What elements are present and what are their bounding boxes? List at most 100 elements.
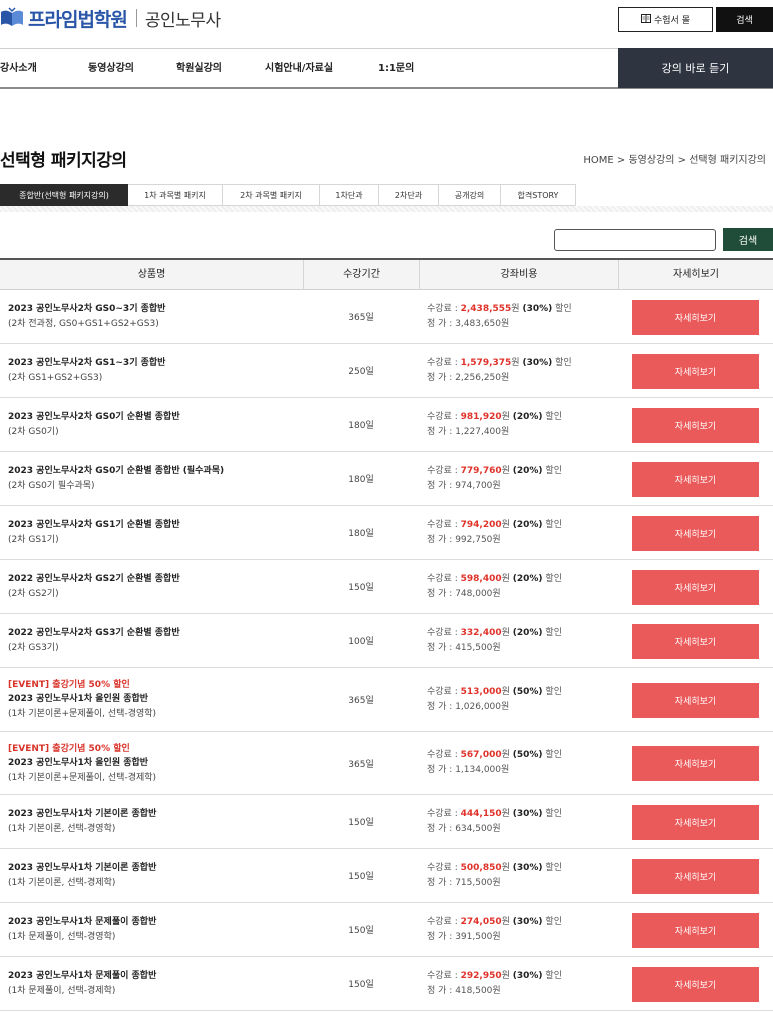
table-row: [EVENT] 출강기념 50% 할인 2023 공인노무사1차 올인원 종합반… — [0, 732, 773, 795]
product-name[interactable]: 2023 공인노무사1차 문제풀이 종합반 — [8, 915, 300, 930]
won-unit: 원 — [501, 686, 510, 697]
product-name[interactable]: 2023 공인노무사2차 GS0~3기 종합반 — [8, 302, 300, 317]
product-description: (1차 기본이론+문제풀이, 선택-경제학) — [8, 772, 157, 783]
header-search-button[interactable]: 검색 — [716, 7, 773, 32]
detail-button[interactable]: 자세히보기 — [632, 967, 759, 1002]
discount-word: 할인 — [545, 970, 562, 981]
detail-button[interactable]: 자세히보기 — [632, 462, 759, 497]
table-row: 2023 공인노무사1차 문제풀이 종합반 (1차 문제풀이, 선택-경제학) … — [0, 957, 773, 1011]
list-price: 992,750원 — [455, 534, 501, 545]
detail-button[interactable]: 자세히보기 — [632, 570, 759, 605]
list-price: 634,500원 — [455, 823, 501, 834]
tab-divider — [0, 206, 773, 212]
product-cell: 2022 공인노무사2차 GS2기 순환별 종합반 (2차 GS2기) — [8, 560, 300, 613]
list-price-line: 정 가 : 2,256,250원 — [427, 371, 617, 386]
sale-price-line: 수강료 : 444,150원 (30%) 할인 — [427, 807, 617, 822]
discount-word: 할인 — [545, 750, 562, 760]
book-logo-icon — [0, 7, 24, 29]
nav-item-instructors[interactable]: 강사소개 — [0, 49, 37, 88]
detail-button[interactable]: 자세히보기 — [632, 805, 759, 840]
search-button[interactable]: 검색 — [723, 228, 773, 251]
sale-price: 779,760 — [460, 465, 502, 476]
discount-percent: (30%) — [522, 357, 553, 368]
detail-button[interactable]: 자세히보기 — [632, 516, 759, 551]
tab-first-single[interactable]: 1차단과 — [320, 184, 379, 206]
fee-label: 수강료 : — [427, 627, 461, 638]
product-name[interactable]: 2023 공인노무사1차 올인원 종합반 — [8, 692, 300, 707]
product-cell: [EVENT] 출강기념 50% 할인 2023 공인노무사1차 올인원 종합반… — [8, 668, 300, 731]
fee-label: 수강료 : — [427, 357, 461, 368]
product-name[interactable]: 2023 공인노무사2차 GS1기 순환별 종합반 — [8, 518, 300, 533]
detail-button[interactable]: 자세히보기 — [632, 859, 759, 894]
product-name[interactable]: 2023 공인노무사2차 GS0기 순환별 종합반 — [8, 410, 300, 425]
table-row: 2023 공인노무사1차 문제풀이 종합반 (1차 문제풀이, 선택-경영학) … — [0, 903, 773, 957]
product-name[interactable]: 2023 공인노무사1차 문제풀이 종합반 — [8, 969, 300, 984]
detail-button[interactable]: 자세히보기 — [632, 408, 759, 443]
period-cell: 180일 — [348, 529, 374, 539]
tab-first-subject-package[interactable]: 1차 과목별 패키지 — [128, 184, 223, 206]
sale-price-line: 수강료 : 779,760원 (20%) 할인 — [427, 464, 617, 479]
list-label: 정 가 : — [427, 642, 456, 653]
nav-item-exam-info[interactable]: 시험안내/자료실 — [265, 49, 333, 88]
watch-lecture-button[interactable]: 강의 바로 듣기 — [618, 48, 773, 88]
list-price-line: 정 가 : 634,500원 — [427, 822, 617, 837]
period-cell: 150일 — [348, 583, 374, 593]
product-description: (1차 문제풀이, 선택-경영학) — [8, 932, 116, 942]
period-cell: 365일 — [348, 759, 374, 770]
product-description: (2차 GS2기) — [8, 589, 59, 599]
tab-success-story[interactable]: 합격STORY — [501, 184, 576, 206]
won-unit: 원 — [511, 357, 520, 368]
list-price-line: 정 가 : 715,500원 — [427, 876, 617, 891]
sale-price-line: 수강료 : 513,000원 (50%) 할인 — [427, 685, 617, 700]
product-cell: 2022 공인노무사2차 GS3기 순환별 종합반 (2차 GS3기) — [8, 614, 300, 667]
detail-button[interactable]: 자세히보기 — [632, 300, 759, 335]
list-price-line: 정 가 : 415,500원 — [427, 641, 617, 656]
detail-button[interactable]: 자세히보기 — [632, 913, 759, 948]
tab-package[interactable]: 종합반(선택형 패키지강의) — [0, 184, 128, 206]
nav-item-classroom-lectures[interactable]: 학원실강의 — [176, 49, 222, 88]
tab-second-subject-package[interactable]: 2차 과목별 패키지 — [223, 184, 320, 206]
list-label: 정 가 : — [427, 765, 456, 775]
list-price: 1,227,400원 — [455, 426, 510, 437]
detail-button[interactable]: 자세히보기 — [632, 624, 759, 659]
header-product: 상품명 — [137, 269, 166, 280]
sale-price: 332,400 — [460, 627, 502, 638]
table-row: 2022 공인노무사2차 GS3기 순환별 종합반 (2차 GS3기) 100일… — [0, 614, 773, 668]
fee-label: 수강료 : — [427, 411, 461, 422]
discount-word: 할인 — [545, 916, 562, 927]
table-header: 상품명 수강기간 강좌비용 자세히보기 — [0, 258, 773, 290]
product-name[interactable]: 2023 공인노무사2차 GS1~3기 종합반 — [8, 356, 300, 371]
product-name[interactable]: 2023 공인노무사2차 GS0기 순환별 종합반 (필수과목) — [8, 464, 300, 479]
list-price-line: 정 가 : 1,227,400원 — [427, 425, 617, 440]
nav-item-video-lectures[interactable]: 동영상강의 — [88, 49, 134, 88]
search-input[interactable] — [554, 229, 716, 251]
nav-item-inquiry[interactable]: 1:1문의 — [378, 49, 414, 88]
won-unit: 원 — [501, 519, 510, 530]
bookstore-button[interactable]: 수험서 몰 — [618, 7, 713, 32]
table-row: 2022 공인노무사2차 GS2기 순환별 종합반 (2차 GS2기) 150일… — [0, 560, 773, 614]
product-name[interactable]: 2022 공인노무사2차 GS3기 순환별 종합반 — [8, 626, 300, 641]
product-name[interactable]: 2023 공인노무사1차 기본이론 종합반 — [8, 807, 300, 822]
detail-button[interactable]: 자세히보기 — [632, 354, 759, 389]
product-name[interactable]: 2023 공인노무사1차 올인원 종합반 — [8, 756, 300, 771]
discount-percent: (20%) — [512, 573, 543, 584]
product-name[interactable]: 2023 공인노무사1차 기본이론 종합반 — [8, 861, 300, 876]
site-logo[interactable]: 프라임법학원 공인노무사 — [0, 5, 221, 31]
period-cell: 180일 — [348, 475, 374, 485]
detail-button[interactable]: 자세히보기 — [632, 683, 759, 718]
tab-second-single[interactable]: 2차단과 — [379, 184, 439, 206]
list-price: 715,500원 — [455, 877, 501, 888]
sale-price: 1,579,375 — [460, 357, 512, 368]
period-cell: 365일 — [348, 696, 374, 706]
tab-open-lecture[interactable]: 공개강의 — [439, 184, 501, 206]
detail-button[interactable]: 자세히보기 — [632, 746, 759, 781]
sale-price-line: 수강료 : 794,200원 (20%) 할인 — [427, 518, 617, 533]
logo-divider — [135, 9, 137, 27]
event-label: [EVENT] 출강기념 50% 할인 — [8, 680, 130, 690]
fee-label: 수강료 : — [427, 916, 461, 927]
product-name[interactable]: 2022 공인노무사2차 GS2기 순환별 종합반 — [8, 572, 300, 587]
sale-price: 567,000 — [460, 750, 502, 760]
sale-price: 274,050 — [460, 916, 502, 927]
fee-label: 수강료 : — [427, 303, 461, 314]
logo-subtitle: 공인노무사 — [144, 10, 221, 31]
